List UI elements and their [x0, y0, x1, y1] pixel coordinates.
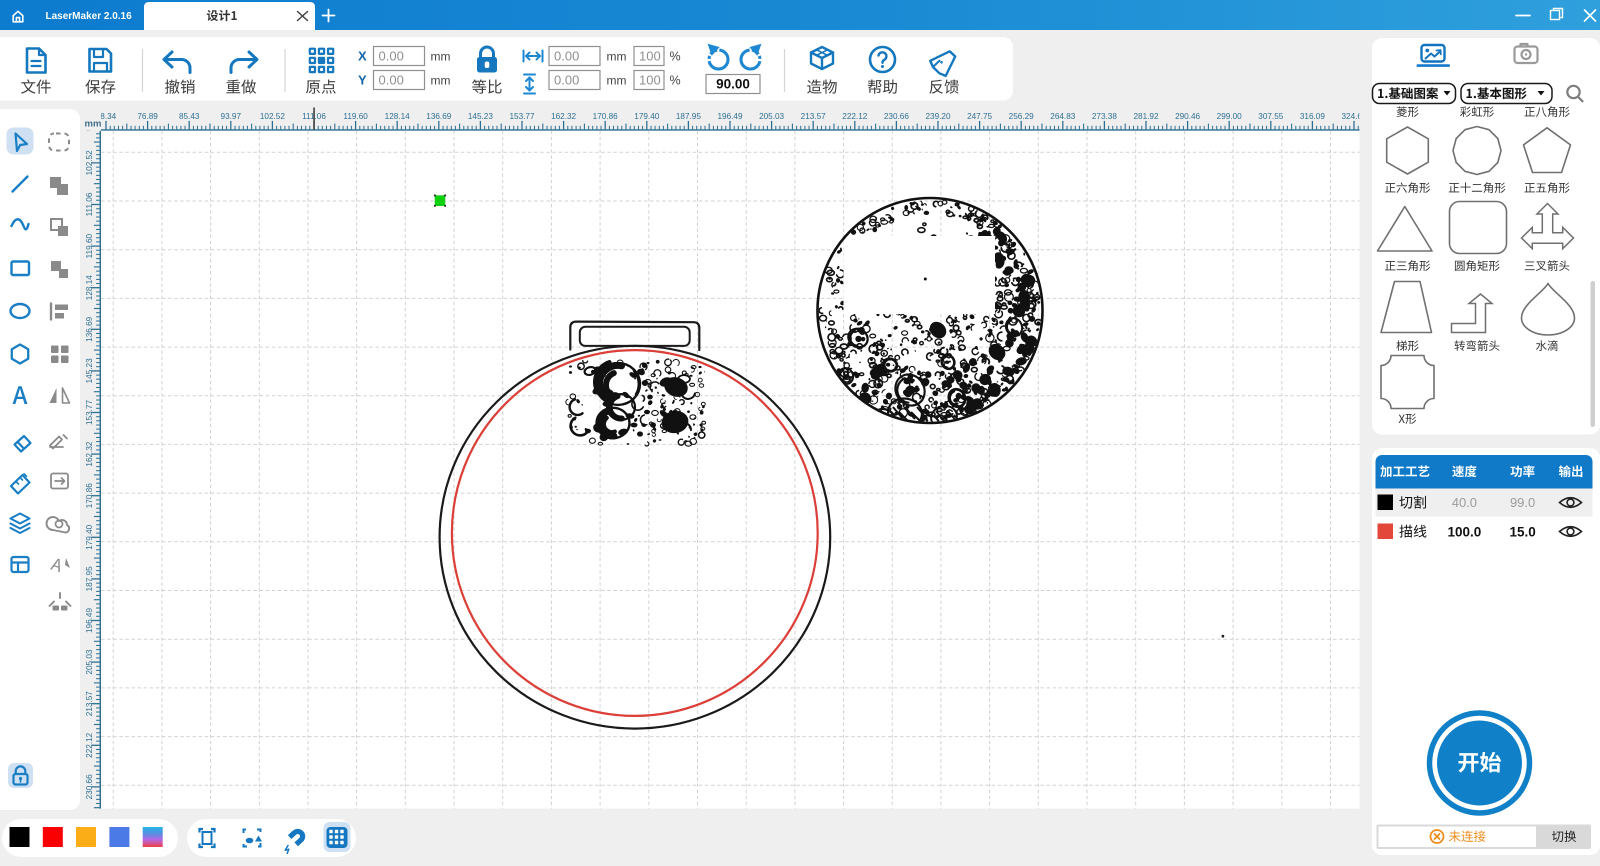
svg-text:mm: mm — [85, 119, 102, 130]
svg-text:264.83: 264.83 — [1050, 112, 1075, 121]
svg-text:0.00: 0.00 — [379, 49, 404, 64]
svg-text:93.97: 93.97 — [221, 112, 242, 121]
svg-text:119.60: 119.60 — [343, 112, 368, 121]
svg-text:187.95: 187.95 — [676, 112, 701, 121]
svg-text:299.00: 299.00 — [1217, 112, 1242, 121]
svg-text:273.38: 273.38 — [1092, 112, 1117, 121]
svg-text:153.77: 153.77 — [509, 112, 534, 121]
svg-text:%: % — [670, 50, 681, 64]
svg-text:mm: mm — [431, 74, 451, 88]
svg-text:179.40: 179.40 — [634, 112, 659, 121]
svg-text:mm: mm — [607, 50, 627, 64]
svg-text:307.55: 307.55 — [1258, 112, 1283, 121]
svg-text:0.00: 0.00 — [554, 49, 579, 64]
svg-text:15.0: 15.0 — [1509, 525, 1535, 540]
svg-text:0.00: 0.00 — [379, 73, 404, 88]
svg-text:mm: mm — [607, 74, 627, 88]
svg-text:LaserMaker 2.0.16: LaserMaker 2.0.16 — [46, 11, 133, 22]
svg-text:205.03: 205.03 — [759, 112, 784, 121]
svg-text:mm: mm — [431, 50, 451, 64]
svg-text:100: 100 — [639, 73, 661, 88]
svg-text:%: % — [670, 74, 681, 88]
svg-text:0.00: 0.00 — [554, 73, 579, 88]
svg-text:99.0: 99.0 — [1510, 495, 1535, 510]
svg-text:239.20: 239.20 — [925, 112, 950, 121]
svg-text:247.75: 247.75 — [967, 112, 992, 121]
svg-text:40.0: 40.0 — [1452, 495, 1477, 510]
svg-text:102.52: 102.52 — [260, 112, 285, 121]
svg-text:196.49: 196.49 — [717, 112, 742, 121]
svg-text:100.0: 100.0 — [1448, 525, 1482, 540]
svg-text:162.32: 162.32 — [551, 112, 576, 121]
svg-text:290.46: 290.46 — [1175, 112, 1200, 121]
svg-text:170.86: 170.86 — [593, 112, 618, 121]
svg-text:222.12: 222.12 — [842, 112, 867, 121]
svg-text:256.29: 256.29 — [1009, 112, 1034, 121]
svg-text:100: 100 — [639, 49, 661, 64]
svg-text:X: X — [358, 49, 367, 64]
svg-text:Y: Y — [358, 73, 367, 88]
svg-text:230.66: 230.66 — [884, 112, 909, 121]
svg-text:145.23: 145.23 — [468, 112, 493, 121]
svg-text:76.89: 76.89 — [137, 112, 158, 121]
svg-text:281.92: 281.92 — [1133, 112, 1158, 121]
svg-text:316.09: 316.09 — [1300, 112, 1325, 121]
svg-text:213.57: 213.57 — [801, 112, 826, 121]
svg-text:136.69: 136.69 — [426, 112, 451, 121]
svg-text:85.43: 85.43 — [179, 112, 200, 121]
svg-text:128.14: 128.14 — [385, 112, 410, 121]
svg-text:90.00: 90.00 — [716, 77, 750, 92]
